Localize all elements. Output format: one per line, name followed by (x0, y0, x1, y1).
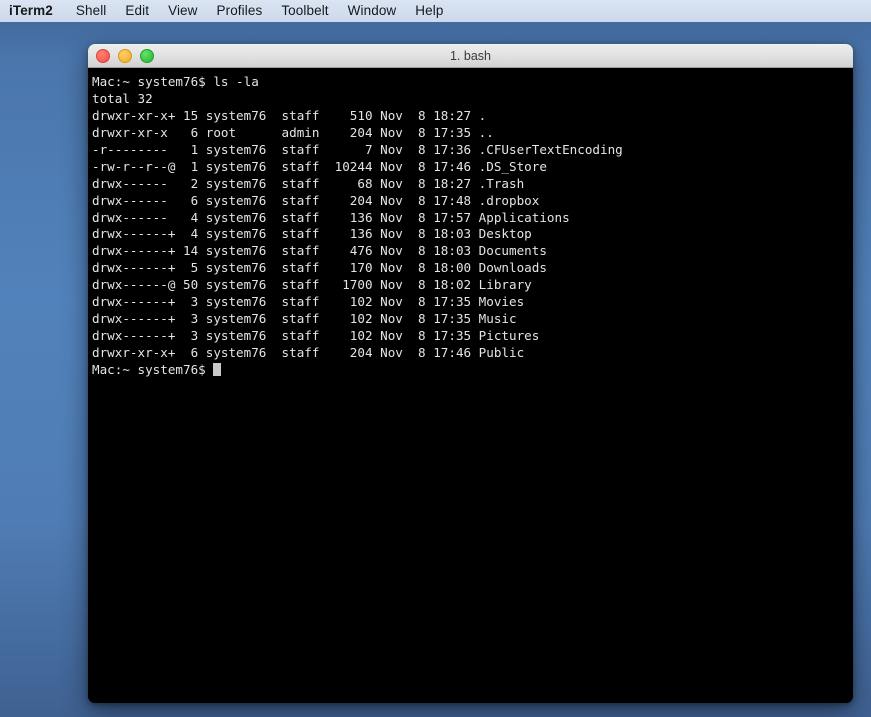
menu-item-toolbelt[interactable]: Toolbelt (272, 0, 338, 22)
menu-item-profiles[interactable]: Profiles (208, 0, 273, 22)
terminal-line: drwx------ 2 system76 staff 68 Nov 8 18:… (92, 176, 853, 193)
window-title: 1. bash (88, 45, 853, 68)
menu-item-view[interactable]: View (159, 0, 207, 22)
terminal-line: -rw-r--r--@ 1 system76 staff 10244 Nov 8… (92, 159, 853, 176)
menu-item-iterm2[interactable]: iTerm2 (7, 0, 67, 22)
terminal-cursor (213, 363, 221, 377)
menu-item-shell[interactable]: Shell (67, 0, 117, 22)
close-button[interactable] (96, 49, 110, 63)
menu-item-window[interactable]: Window (339, 0, 407, 22)
menu-item-edit[interactable]: Edit (116, 0, 159, 22)
window-controls (96, 45, 154, 67)
terminal-line: drwx------+ 14 system76 staff 476 Nov 8 … (92, 243, 853, 260)
terminal-line: drwxr-xr-x 6 root admin 204 Nov 8 17:35 … (92, 125, 853, 142)
terminal-line: drwx------+ 3 system76 staff 102 Nov 8 1… (92, 294, 853, 311)
terminal-window: 1. bash Mac:~ system76$ ls -latotal 32dr… (88, 44, 853, 703)
terminal-line: total 32 (92, 91, 853, 108)
terminal-line: drwx------@ 50 system76 staff 1700 Nov 8… (92, 277, 853, 294)
terminal-prompt: Mac:~ system76$ (92, 362, 213, 377)
terminal-prompt-line: Mac:~ system76$ (92, 362, 853, 379)
terminal-line: -r-------- 1 system76 staff 7 Nov 8 17:3… (92, 142, 853, 159)
terminal-line: drwxr-xr-x+ 6 system76 staff 204 Nov 8 1… (92, 345, 853, 362)
maximize-button[interactable] (140, 49, 154, 63)
terminal-line: Mac:~ system76$ ls -la (92, 74, 853, 91)
minimize-button[interactable] (118, 49, 132, 63)
terminal-body[interactable]: Mac:~ system76$ ls -latotal 32drwxr-xr-x… (88, 68, 853, 703)
terminal-line: drwx------+ 5 system76 staff 170 Nov 8 1… (92, 260, 853, 277)
window-title-bar[interactable]: 1. bash (88, 44, 853, 68)
terminal-line: drwx------+ 3 system76 staff 102 Nov 8 1… (92, 328, 853, 345)
terminal-line: drwxr-xr-x+ 15 system76 staff 510 Nov 8 … (92, 108, 853, 125)
terminal-line: drwx------+ 3 system76 staff 102 Nov 8 1… (92, 311, 853, 328)
menu-bar: iTerm2 Shell Edit View Profiles Toolbelt… (0, 0, 871, 22)
terminal-line: drwx------+ 4 system76 staff 136 Nov 8 1… (92, 226, 853, 243)
menu-item-help[interactable]: Help (406, 0, 453, 22)
terminal-line: drwx------ 4 system76 staff 136 Nov 8 17… (92, 210, 853, 227)
terminal-line: drwx------ 6 system76 staff 204 Nov 8 17… (92, 193, 853, 210)
desktop-background: iTerm2 Shell Edit View Profiles Toolbelt… (0, 0, 871, 717)
terminal-output: Mac:~ system76$ ls -latotal 32drwxr-xr-x… (92, 74, 853, 379)
